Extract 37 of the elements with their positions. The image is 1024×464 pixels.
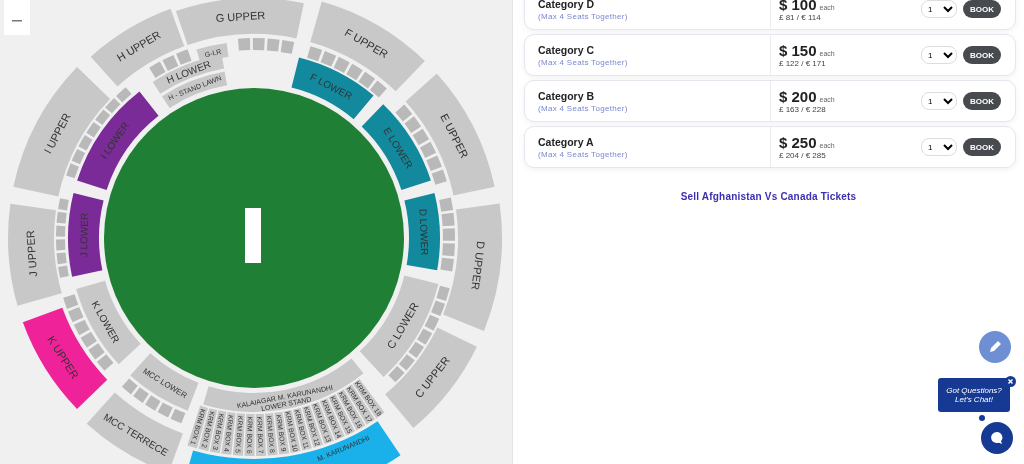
quantity-select[interactable]: 1: [921, 138, 957, 156]
typing-dot-icon: [979, 415, 985, 421]
category-name: Category D: [538, 0, 595, 10]
quantity-select[interactable]: 1: [921, 92, 957, 110]
alt-price: £ 122 / € 171: [779, 59, 827, 68]
quantity-select[interactable]: 1: [921, 0, 957, 18]
price: $ 200: [779, 88, 817, 105]
seat-boxes-drawing: [237, 38, 295, 54]
price: $ 250: [779, 134, 817, 151]
sell-tickets-link[interactable]: Sell Afghanistan Vs Canada Tickets: [680, 191, 857, 202]
seat-note: (Max 4 Seats Together): [538, 149, 629, 159]
alt-price: £ 204 / € 285: [779, 151, 827, 160]
chat-bubble[interactable]: Got Questions? Let's Chat!: [938, 378, 1010, 412]
alt-price: £ 163 / € 228: [779, 105, 827, 114]
quantity-select[interactable]: 1: [921, 46, 957, 64]
chat-button[interactable]: [981, 422, 1013, 454]
price: $ 150: [779, 42, 817, 59]
stand-section[interactable]: J UPPER: [8, 203, 62, 306]
book-button[interactable]: BOOK: [963, 92, 1001, 110]
pitch: [245, 208, 261, 263]
book-button[interactable]: BOOK: [963, 138, 1001, 156]
chat-prompt: Let's Chat!: [955, 395, 993, 404]
seat-note: (Max 4 Seats Together): [538, 103, 629, 113]
speech-bubble-icon: [989, 430, 1005, 446]
book-button[interactable]: BOOK: [963, 0, 1001, 18]
category-name: Category A: [538, 135, 595, 148]
category-name: Category B: [538, 89, 595, 102]
seat-note: (Max 4 Seats Together): [538, 11, 629, 21]
pencil-icon: [987, 339, 1003, 355]
close-icon[interactable]: [1005, 376, 1016, 387]
edit-button[interactable]: [979, 331, 1011, 363]
chat-prompt: Got Questions?: [946, 386, 1002, 395]
stand-section[interactable]: D UPPER: [443, 203, 502, 331]
alt-price: £ 81 / € 114: [779, 13, 822, 22]
book-button[interactable]: BOOK: [963, 46, 1001, 64]
category-name: Category C: [538, 43, 595, 56]
seat-note: (Max 4 Seats Together): [538, 57, 629, 67]
